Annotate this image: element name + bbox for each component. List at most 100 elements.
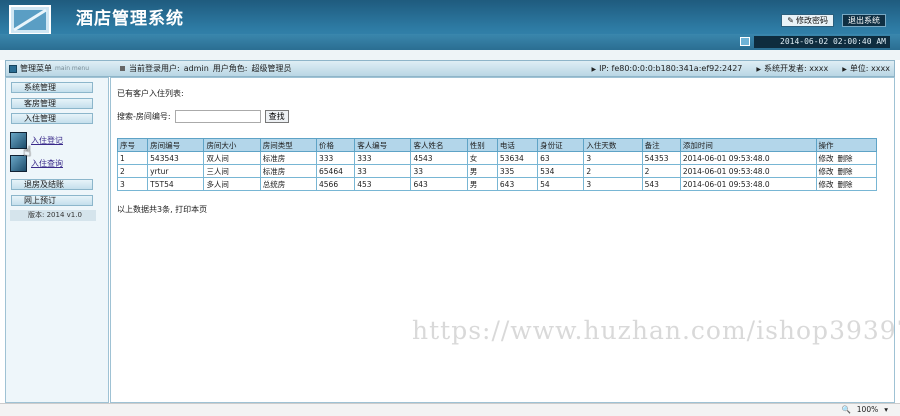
table-cell: yrtur (147, 164, 205, 178)
column-header: 入住天数 (583, 138, 643, 152)
table-cell: 65464 (315, 164, 356, 178)
search-bar: 搜索-房间编号: 查找 (117, 110, 289, 123)
table-cell: 63 (537, 151, 585, 165)
table-row: 1 543543 双人间 标准房 333 333 4543 女 53634 63 3 54353 201… (116, 151, 878, 165)
actions-cell: 修改 删除 (815, 177, 878, 191)
list-title: 已有客户入住列表: (117, 89, 184, 98)
edit-link[interactable]: 修改 (819, 154, 834, 163)
edit-link[interactable]: 修改 (819, 180, 834, 189)
sidebar-item-rooms[interactable]: 客房管理 (11, 98, 93, 109)
column-header: 备注 (641, 138, 681, 152)
role: 超级管理员 (251, 64, 292, 73)
column-header: 房间大小 (203, 138, 261, 152)
table-cell: 2014-06-01 09:53:48.0 (679, 164, 817, 178)
main-content: 已有客户入住列表: 搜索-房间编号: 查找 序号 房间编号 房间大小 房间类型 价格 客人… (110, 77, 895, 403)
table-cell: 总统房 (259, 177, 318, 191)
sidebar-item-label: 入住登记 (31, 135, 63, 145)
developer-info: ▶ 系统开发者: xxxx (756, 63, 828, 74)
info-bar: 管理菜单 main menu 当前登录用户: admin 用户角色: 超级管理员… (5, 60, 895, 77)
date-bar: 2014-06-02 02:00:40 AM (0, 34, 900, 50)
footer-note: 以上数据共3条, 打印本页 (117, 205, 208, 214)
zoom-level: 100% (856, 405, 879, 414)
checkin-table: 序号 房间编号 房间大小 房间类型 价格 客人编号 客人姓名 性别 电话 身份证 入住天数 备注 添加时… (116, 138, 878, 191)
system-info: ▶ IP: fe80:0:0:0:b180:341a:ef92:2427 ▶ 系统开… (591, 63, 894, 74)
user-bullet-icon (120, 66, 125, 71)
menu-icon (9, 64, 17, 73)
ip-info: ▶ IP: fe80:0:0:0:b180:341a:ef92:2427 (591, 64, 742, 73)
unit-info: ▶ 单位: xxxx (842, 63, 890, 74)
table-cell: 534 (537, 164, 585, 178)
column-header: 添加时间 (679, 138, 817, 152)
arrow-right-icon: ▶ (756, 66, 761, 73)
table-cell: 男 (466, 164, 498, 178)
change-password-button[interactable]: ✎ 修改密码 (781, 14, 834, 27)
table-cell: 3 (116, 177, 149, 191)
table-cell: 53634 (496, 151, 539, 165)
role-label: 用户角色: (212, 64, 248, 73)
table-cell: 3 (583, 151, 643, 165)
column-header: 序号 (116, 138, 149, 152)
column-header: 房间编号 (147, 138, 205, 152)
user-info: 当前登录用户: admin 用户角色: 超级管理员 (120, 63, 291, 74)
change-password-label: 修改密码 (796, 16, 828, 25)
table-cell: 33 (410, 164, 468, 178)
table-cell: 双人间 (203, 151, 261, 165)
app-header: 酒店管理系统 ✎ 修改密码 退出系统 2014-06-02 02:00:40 A… (0, 0, 900, 50)
column-header: 房间类型 (259, 138, 318, 152)
watermark: https://www.huzhan.com/ishop39397 (412, 316, 900, 345)
table-cell: 543 (641, 177, 681, 191)
arrow-right-icon: ▶ (842, 66, 847, 73)
table-cell: 4566 (315, 177, 356, 191)
screen-icon (740, 37, 750, 46)
table-cell: 643 (410, 177, 468, 191)
table-header-row: 序号 房间编号 房间大小 房间类型 价格 客人编号 客人姓名 性别 电话 身份证 入住天数 备注 添加时… (116, 138, 878, 152)
table-cell: 3 (583, 177, 643, 191)
table-cell: 643 (496, 177, 539, 191)
edit-link[interactable]: 修改 (819, 167, 834, 176)
column-header: 操作 (815, 138, 878, 152)
column-header: 价格 (315, 138, 356, 152)
version-label: 版本: 2014 v1.0 (10, 210, 96, 221)
sidebar-item-online-booking[interactable]: 网上预订 (11, 195, 93, 206)
table-cell: 453 (354, 177, 412, 191)
actions-cell: 修改 删除 (815, 164, 878, 178)
zoom-control[interactable]: 🔍 100% ▾ (841, 405, 888, 414)
logout-button[interactable]: 退出系统 (842, 14, 886, 27)
table-cell: 2 (116, 164, 149, 178)
menu-title: 管理菜单 main menu (6, 61, 114, 76)
table-body: 1 543543 双人间 标准房 333 333 4543 女 53634 63 3 54353 201… (116, 151, 878, 191)
search-label: 搜索-房间编号: (117, 112, 171, 121)
search-button[interactable]: 查找 (264, 110, 289, 123)
developer-text: 系统开发者: xxxx (764, 64, 829, 73)
sidebar-item-system[interactable]: 系统管理 (11, 82, 93, 93)
table-cell: 543543 (147, 151, 205, 165)
table-cell: 4543 (410, 151, 468, 165)
table-cell: 1 (116, 151, 149, 165)
sidebar-item-checkin-mgmt[interactable]: 入住管理 (11, 113, 93, 124)
table-cell: 33 (354, 164, 412, 178)
delete-link[interactable]: 删除 (838, 154, 853, 163)
delete-link[interactable]: 删除 (838, 180, 853, 189)
table-cell: 2 (583, 164, 643, 178)
column-header: 性别 (466, 138, 498, 152)
column-header: 电话 (496, 138, 539, 152)
sidebar: 系统管理 客房管理 入住管理 入住登记 入住查询 退房及结账 网上预订 版本: … (5, 77, 109, 403)
edit-icon: ✎ (787, 16, 794, 25)
table-cell: 标准房 (259, 164, 318, 178)
current-user: admin (183, 64, 209, 73)
sidebar-item-label: 入住查询 (31, 158, 63, 168)
arrow-right-icon: ▶ (591, 66, 597, 73)
table-row: 2 yrtur 三人间 标准房 65464 33 33 男 335 534 2 2 2014-06-01… (116, 164, 878, 178)
table-cell: 2014-06-01 09:53:48.0 (679, 177, 817, 191)
delete-link[interactable]: 删除 (838, 167, 853, 176)
hand-cursor-icon: ☝ (23, 144, 32, 160)
ip-text: IP: fe80:0:0:0:b180:341a:ef92:2427 (599, 64, 743, 73)
status-bar: 🔍 100% ▾ (0, 403, 900, 416)
unit-text: 单位: xxxx (849, 64, 890, 73)
search-input[interactable] (174, 110, 261, 123)
table-cell: 三人间 (203, 164, 261, 178)
table-cell: 男 (466, 177, 498, 191)
table-row: 3 T5T54 多人间 总统房 4566 453 643 男 643 54 3 543 2014-06-… (116, 177, 878, 191)
sidebar-item-checkout[interactable]: 退房及结账 (11, 179, 93, 190)
table-cell: 2 (641, 164, 681, 178)
